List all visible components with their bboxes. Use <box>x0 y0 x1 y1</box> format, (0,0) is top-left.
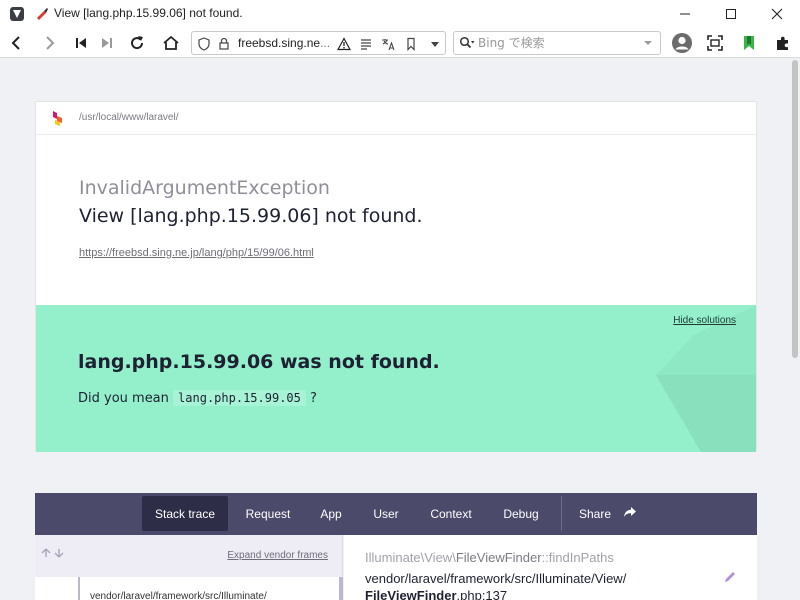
tab-stack-trace[interactable]: Stack trace <box>142 496 228 531</box>
frame-path: vendor/laravel/framework/src/Illuminate/ <box>90 591 267 600</box>
green-bookmark-icon <box>744 36 754 50</box>
navigation-toolbar: freebsd.sing.ne... <box>0 28 800 58</box>
capture-button[interactable] <box>704 32 726 54</box>
tab-user[interactable]: User <box>365 496 407 531</box>
profile-avatar-icon <box>672 33 692 53</box>
url-host: freebsd.sing.ne <box>238 36 321 50</box>
solution-panel: Hide solutions lang.php.15.99.06 was not… <box>36 305 756 452</box>
search-input[interactable] <box>478 35 638 51</box>
tab-app[interactable]: App <box>311 496 351 531</box>
maximize-button[interactable] <box>708 0 754 28</box>
arrow-down-icon[interactable] <box>54 548 64 558</box>
class-name: FileViewFinder <box>455 550 542 565</box>
rewind-icon <box>76 38 86 48</box>
minimize-button[interactable] <box>662 0 708 28</box>
maximize-icon <box>726 9 736 19</box>
suggestion-suffix: ? <box>310 391 317 406</box>
back-button[interactable] <box>6 32 28 54</box>
frame-detail: Illuminate\View\FileViewFinder::findInPa… <box>344 535 757 600</box>
pencil-edit-icon[interactable] <box>723 570 737 584</box>
method-name: ::findInPaths <box>541 550 614 565</box>
home-button[interactable] <box>160 32 182 54</box>
frame-scroll-marker <box>339 577 343 600</box>
page-scrollbar[interactable] <box>790 58 800 600</box>
card-header: /usr/local/www/laravel/ <box>36 102 756 135</box>
warning-icon[interactable] <box>336 36 352 52</box>
url-dropdown-icon[interactable] <box>427 36 443 52</box>
stack-frames-list: Expand vendor frames vendor/laravel/fram… <box>35 535 343 600</box>
search-bar[interactable] <box>453 31 661 55</box>
lock-icon[interactable] <box>216 36 232 52</box>
vivaldi-app-icon[interactable] <box>10 7 24 21</box>
stack-frame-item[interactable]: vendor/laravel/framework/src/Illuminate/ <box>35 577 343 600</box>
url-text[interactable]: freebsd.sing.ne... <box>238 36 330 50</box>
close-button[interactable] <box>754 0 800 28</box>
tab-request[interactable]: Request <box>235 496 301 531</box>
search-engine-icon[interactable] <box>459 36 475 50</box>
scrollbar-thumb[interactable] <box>792 60 798 358</box>
class-namespace: Illuminate\View\ <box>365 550 456 565</box>
fast-forward-button[interactable] <box>96 32 118 54</box>
frame-navigation[interactable] <box>41 548 64 561</box>
forward-arrow-icon <box>46 36 55 50</box>
suggested-view-name: lang.php.15.99.05 <box>173 390 306 406</box>
home-icon <box>163 35 179 50</box>
file-line-number: .php:137 <box>456 588 508 600</box>
fast-forward-icon <box>102 38 112 48</box>
app-path: /usr/local/www/laravel/ <box>79 112 179 123</box>
url-ellipsis: ... <box>320 36 331 50</box>
suggestion-prefix: Did you mean <box>78 391 169 406</box>
reload-icon <box>131 36 144 50</box>
bookmark-icon[interactable] <box>403 36 419 52</box>
request-url-link[interactable]: https://freebsd.sing.ne.jp/lang/php/15/9… <box>79 247 314 259</box>
search-dropdown-icon[interactable] <box>643 38 653 48</box>
frame-file-path: vendor/laravel/framework/src/Illuminate/… <box>365 571 627 586</box>
frame-class: Illuminate\View\FileViewFinder::findInPa… <box>365 550 614 565</box>
frame-file-name: FileViewFinder.php:137 <box>365 588 507 600</box>
exception-message: View [lang.php.15.99.06] not found. <box>79 205 423 227</box>
extensions-button[interactable] <box>772 32 794 54</box>
error-card: /usr/local/www/laravel/ InvalidArgumentE… <box>35 101 757 452</box>
frame-indicator <box>78 577 80 600</box>
tab-debug[interactable]: Debug <box>497 496 545 531</box>
capture-icon <box>707 35 723 51</box>
bookmark-extension-button[interactable] <box>738 32 760 54</box>
shield-icon[interactable] <box>196 36 212 52</box>
profile-button[interactable] <box>670 31 694 55</box>
minimize-icon <box>680 13 690 15</box>
solution-suggestion: Did you mean lang.php.15.99.05 ? <box>78 390 317 406</box>
close-icon <box>771 8 783 20</box>
file-name-bold: FileViewFinder <box>365 588 457 600</box>
rewind-button[interactable] <box>70 32 92 54</box>
tab-favicon-icon <box>37 8 48 20</box>
debug-tab-bar: Stack trace Request App User Context Deb… <box>35 493 757 535</box>
reader-view-icon[interactable] <box>358 36 374 52</box>
solution-decoration <box>656 305 756 452</box>
tab-separator <box>561 496 562 531</box>
puzzle-piece-icon <box>777 36 788 50</box>
solution-title: lang.php.15.99.06 was not found. <box>78 351 440 373</box>
tab-share[interactable]: Share <box>575 496 615 531</box>
tab-context[interactable]: Context <box>423 496 479 531</box>
title-bar: View [lang.php.15.99.06] not found. <box>0 0 800 28</box>
address-bar[interactable]: freebsd.sing.ne... <box>191 31 446 55</box>
share-arrow-icon[interactable] <box>623 506 637 519</box>
translate-icon[interactable] <box>380 36 396 52</box>
hide-solutions-link[interactable]: Hide solutions <box>673 315 736 326</box>
expand-vendor-frames-link[interactable]: Expand vendor frames <box>227 550 328 561</box>
exception-class: InvalidArgumentException <box>79 177 330 199</box>
reload-button[interactable] <box>126 32 148 54</box>
forward-button[interactable] <box>38 32 60 54</box>
arrow-up-icon[interactable] <box>41 548 51 558</box>
back-arrow-icon <box>11 36 20 50</box>
ignition-logo-icon <box>53 111 62 126</box>
window-title: View [lang.php.15.99.06] not found. <box>54 6 243 20</box>
